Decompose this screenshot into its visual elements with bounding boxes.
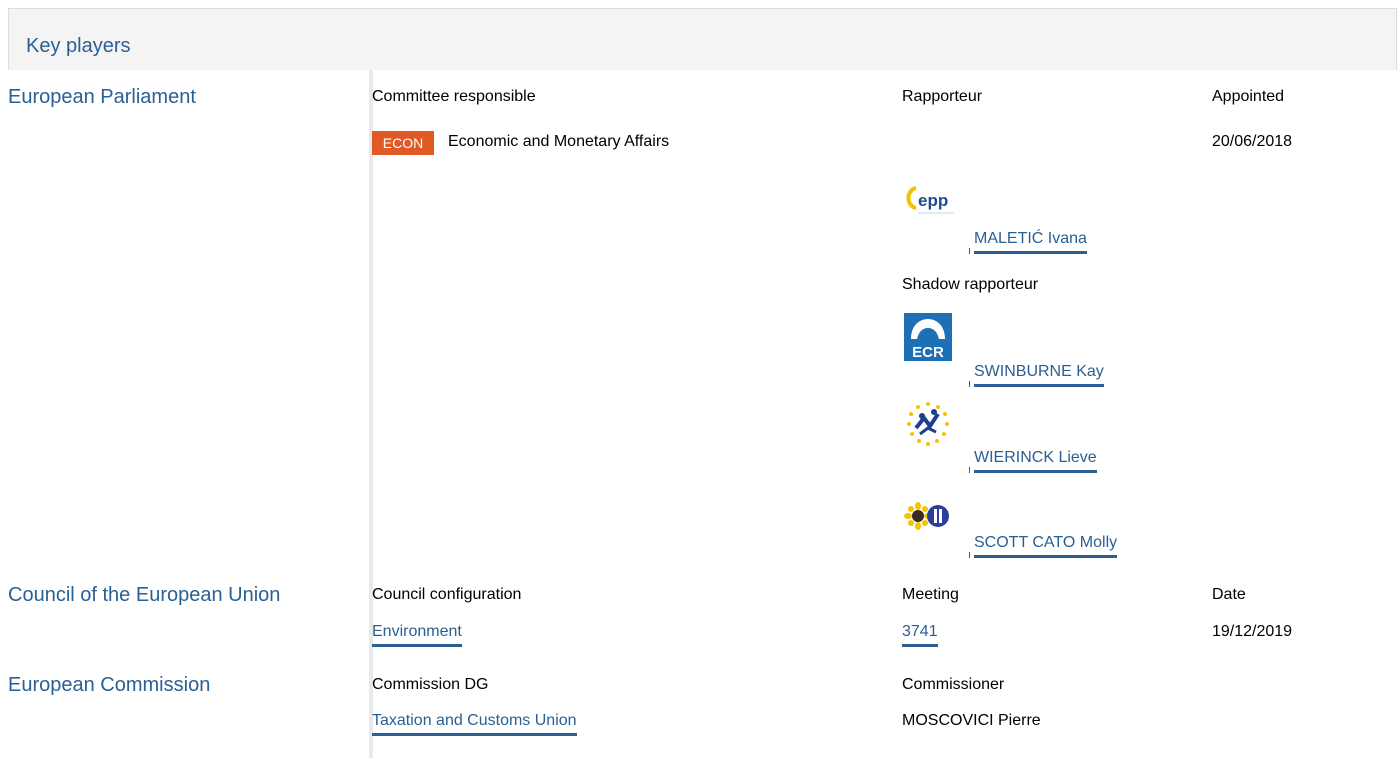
col-header-commissioner: Commissioner xyxy=(902,676,1005,693)
svg-text:epp: epp xyxy=(918,191,948,210)
shadow-link-scott-cato[interactable]: SCOTT CATO Molly xyxy=(974,534,1118,558)
rapporteur-link[interactable]: MALETIĆ Ivana xyxy=(974,230,1087,254)
shadow-link-swinburne[interactable]: SWINBURNE Kay xyxy=(974,363,1104,387)
col-header-committee: Committee responsible xyxy=(372,88,536,105)
epp-logo-icon: epp xyxy=(904,180,964,235)
section-label-commission: European Commission xyxy=(8,674,211,696)
col-header-rapporteur: Rapporteur xyxy=(902,88,983,105)
alde-logo-icon xyxy=(904,400,952,453)
link-marker xyxy=(969,467,970,473)
council-config-link[interactable]: Environment xyxy=(372,623,462,647)
appointed-date: 20/06/2018 xyxy=(1212,133,1293,150)
col-header-appointed: Appointed xyxy=(1212,88,1285,105)
meeting-link[interactable]: 3741 xyxy=(902,623,938,647)
link-marker xyxy=(969,248,970,254)
section-label-parliament: European Parliament xyxy=(8,86,196,108)
committee-name: Economic and Monetary Affairs xyxy=(448,133,670,150)
col-header-date: Date xyxy=(1212,586,1246,603)
col-header-meeting: Meeting xyxy=(902,586,959,603)
key-players-panel: Key players European Parliament Committe… xyxy=(8,8,1397,758)
committee-badge: ECON xyxy=(372,131,434,155)
commission-dg-link[interactable]: Taxation and Customs Union xyxy=(372,712,577,736)
section-label-council: Council of the European Union xyxy=(8,584,281,606)
col-header-commission-dg: Commission DG xyxy=(372,676,489,693)
commissioner-name: MOSCOVICI Pierre xyxy=(902,712,1041,729)
shadow-rapporteur-label: Shadow rapporteur xyxy=(902,276,1039,293)
column-divider xyxy=(369,70,373,758)
panel-header: Key players xyxy=(8,8,1397,70)
panel-title: Key players xyxy=(26,35,131,57)
col-header-council-config: Council configuration xyxy=(372,586,522,603)
svg-text:ECR: ECR xyxy=(912,344,944,361)
shadow-link-wierinck[interactable]: WIERINCK Lieve xyxy=(974,449,1097,473)
council-date: 19/12/2019 xyxy=(1212,623,1293,640)
link-marker xyxy=(969,381,970,387)
link-marker xyxy=(969,552,970,558)
ecr-logo-icon: ECR xyxy=(904,313,952,366)
greens-efa-logo-icon xyxy=(904,498,952,543)
